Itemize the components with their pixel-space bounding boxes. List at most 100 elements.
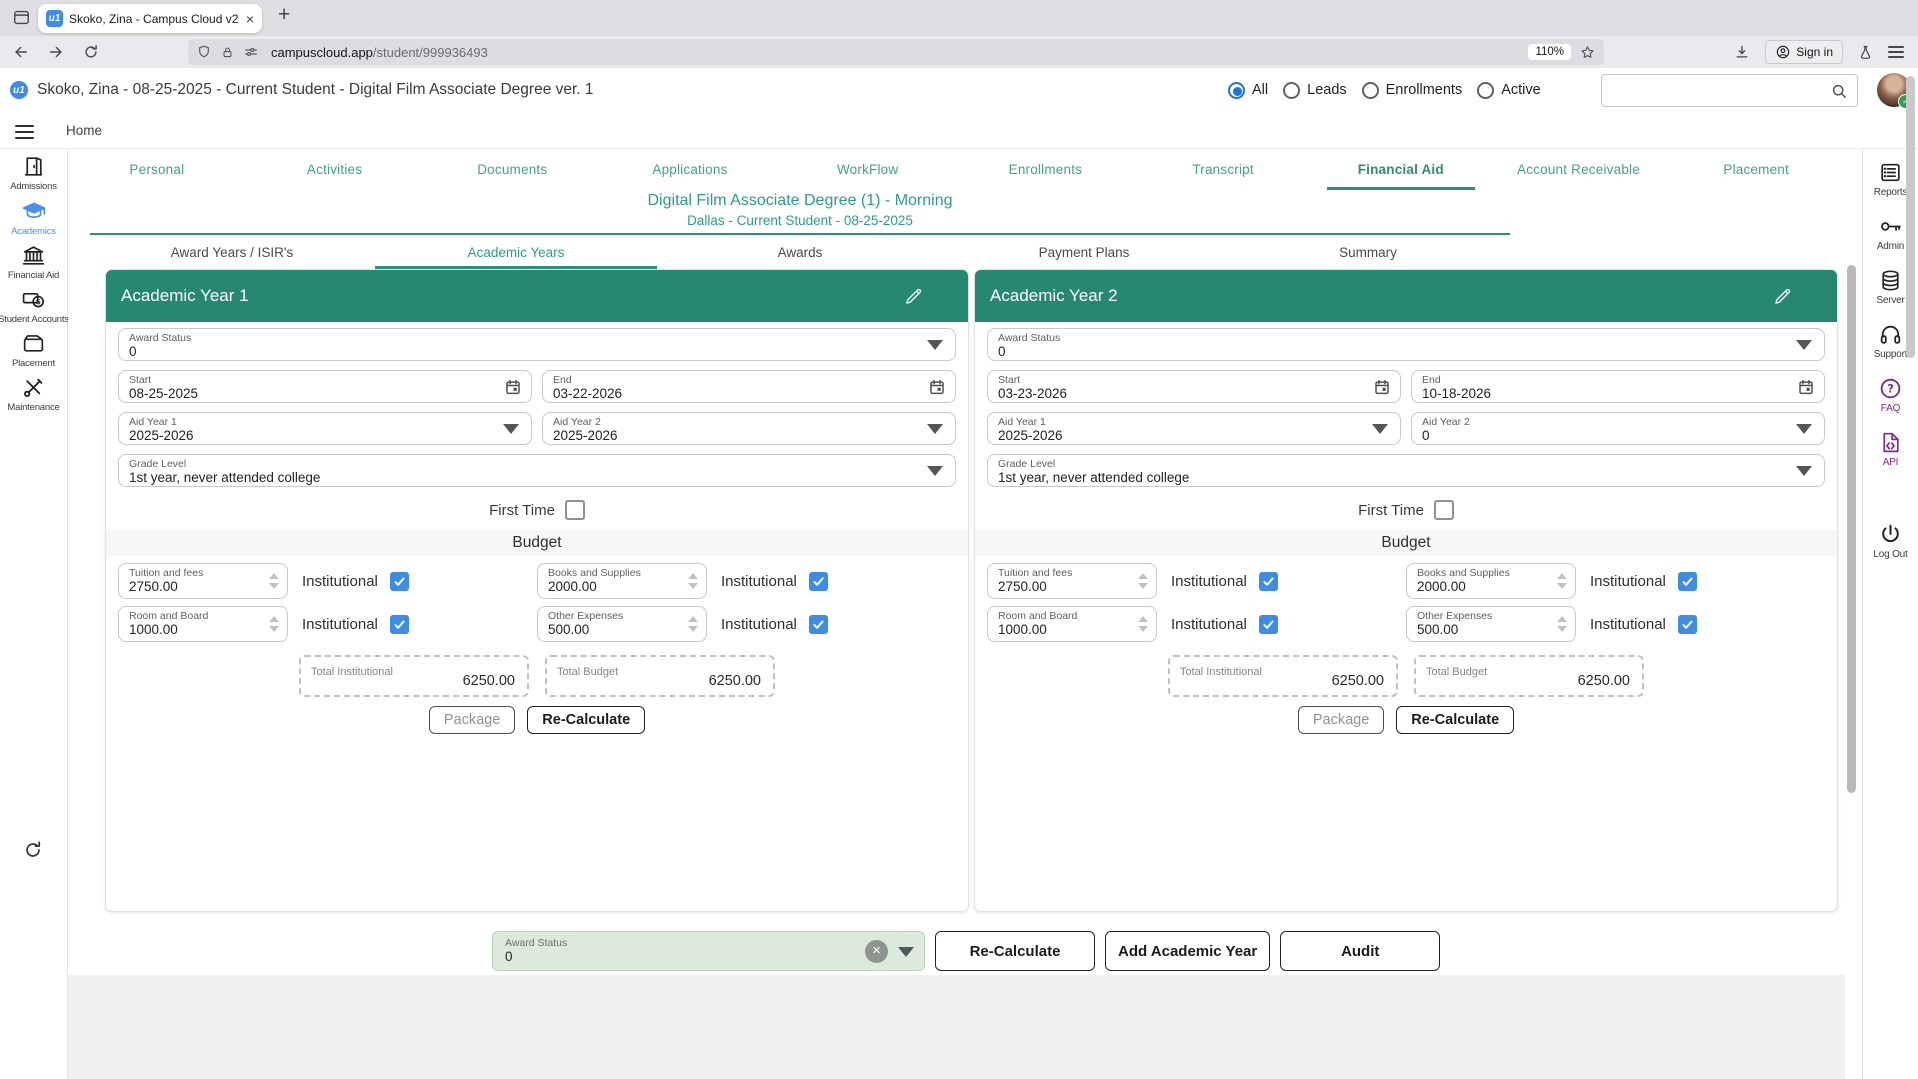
subtab-award-years-isirs[interactable]: Award Years / ISIR's bbox=[90, 235, 374, 269]
zoom-level-badge[interactable]: 110% bbox=[1528, 44, 1571, 60]
content-scrollbar[interactable] bbox=[1845, 149, 1862, 1079]
grade-level-field[interactable]: Grade Level 1st year, never attended col… bbox=[118, 454, 956, 487]
edit-pencil-icon[interactable] bbox=[903, 286, 924, 307]
radio-icon[interactable] bbox=[1228, 82, 1245, 99]
tuition-fees-field[interactable]: Tuition and fees 2750.00 bbox=[987, 563, 1157, 599]
radio-icon[interactable] bbox=[1477, 82, 1494, 99]
subtab-awards[interactable]: Awards bbox=[658, 235, 942, 269]
lock-icon[interactable] bbox=[220, 45, 235, 60]
tab-documents[interactable]: Documents bbox=[423, 149, 601, 190]
calendar-icon[interactable] bbox=[1797, 378, 1815, 396]
tab-close-icon[interactable]: × bbox=[246, 12, 254, 26]
tab-placement[interactable]: Placement bbox=[1667, 149, 1845, 190]
first-time-checkbox[interactable] bbox=[565, 500, 585, 520]
institutional-checkbox[interactable] bbox=[390, 572, 409, 591]
number-spinner[interactable] bbox=[1138, 573, 1148, 589]
package-button[interactable]: Package bbox=[429, 706, 515, 734]
permissions-icon[interactable] bbox=[243, 44, 259, 60]
bookmark-star-icon[interactable] bbox=[1579, 44, 1596, 61]
sidebar-item-log-out[interactable]: Log Out bbox=[1863, 522, 1918, 560]
search-icon[interactable] bbox=[1829, 81, 1849, 101]
sidebar-item-api[interactable]: API bbox=[1863, 430, 1918, 468]
start-date-field[interactable]: Start 08-25-2025 bbox=[118, 370, 532, 403]
calendar-icon[interactable] bbox=[928, 378, 946, 396]
aid-year-1-field[interactable]: Aid Year 1 2025-2026 bbox=[118, 412, 532, 445]
tab-applications[interactable]: Applications bbox=[601, 149, 779, 190]
number-spinner[interactable] bbox=[269, 616, 279, 632]
sign-in-button[interactable]: Sign in bbox=[1765, 40, 1843, 64]
filter-enrollments[interactable]: Enrollments bbox=[1362, 82, 1463, 99]
tab-financial-aid[interactable]: Financial Aid bbox=[1312, 149, 1490, 190]
tab-enrollments[interactable]: Enrollments bbox=[957, 149, 1135, 190]
clear-icon[interactable]: × bbox=[865, 940, 888, 963]
browser-menu-icon[interactable] bbox=[1888, 43, 1904, 61]
tuition-fees-field[interactable]: Tuition and fees 2750.00 bbox=[118, 563, 288, 599]
tab-transcript[interactable]: Transcript bbox=[1134, 149, 1312, 190]
filter-all[interactable]: All bbox=[1228, 82, 1268, 99]
add-academic-year-button[interactable]: Add Academic Year bbox=[1105, 931, 1270, 971]
shield-icon[interactable] bbox=[196, 44, 212, 60]
end-date-field[interactable]: End 10-18-2026 bbox=[1411, 370, 1825, 403]
first-time-checkbox[interactable] bbox=[1434, 500, 1454, 520]
radio-icon[interactable] bbox=[1362, 82, 1379, 99]
institutional-checkbox[interactable] bbox=[1678, 615, 1697, 634]
sidebar-item-student-accounts[interactable]: Student Accounts bbox=[0, 287, 67, 325]
aid-year-2-field[interactable]: Aid Year 2 2025-2026 bbox=[542, 412, 956, 445]
downloads-icon[interactable] bbox=[1733, 43, 1751, 61]
footer-award-status-select[interactable]: Award Status 0 × bbox=[492, 931, 925, 971]
radio-icon[interactable] bbox=[1283, 82, 1300, 99]
room-board-field[interactable]: Room and Board 1000.00 bbox=[987, 606, 1157, 642]
subtab-summary[interactable]: Summary bbox=[1226, 235, 1510, 269]
forward-button[interactable] bbox=[47, 43, 65, 61]
number-spinner[interactable] bbox=[1557, 616, 1567, 632]
number-spinner[interactable] bbox=[1557, 573, 1567, 589]
sidebar-item-admissions[interactable]: Admissions bbox=[0, 154, 67, 192]
recalculate-button[interactable]: Re-Calculate bbox=[527, 706, 645, 734]
sidebar-item-academics[interactable]: Academics bbox=[0, 198, 67, 237]
institutional-checkbox[interactable] bbox=[390, 615, 409, 634]
reload-button[interactable] bbox=[82, 43, 100, 61]
aid-year-2-field[interactable]: Aid Year 2 0 bbox=[1411, 412, 1825, 445]
package-button[interactable]: Package bbox=[1298, 706, 1384, 734]
audit-button[interactable]: Audit bbox=[1280, 931, 1440, 971]
extensions-icon[interactable] bbox=[1857, 44, 1874, 61]
number-spinner[interactable] bbox=[688, 573, 698, 589]
footer-recalculate-button[interactable]: Re-Calculate bbox=[935, 931, 1095, 971]
aid-year-1-field[interactable]: Aid Year 1 2025-2026 bbox=[987, 412, 1401, 445]
refresh-icon[interactable] bbox=[22, 839, 44, 861]
tab-account-receivable[interactable]: Account Receivable bbox=[1490, 149, 1668, 190]
student-search-input[interactable] bbox=[1601, 74, 1858, 107]
tab-workflow[interactable]: WorkFlow bbox=[779, 149, 957, 190]
other-expenses-field[interactable]: Other Expenses 500.00 bbox=[537, 606, 707, 642]
browser-tab[interactable]: u1 Skoko, Zina - Campus Cloud v2 × bbox=[38, 4, 262, 33]
nav-home[interactable]: Home bbox=[66, 112, 102, 149]
number-spinner[interactable] bbox=[688, 616, 698, 632]
calendar-icon[interactable] bbox=[1373, 378, 1391, 396]
institutional-checkbox[interactable] bbox=[809, 615, 828, 634]
books-supplies-field[interactable]: Books and Supplies 2000.00 bbox=[1406, 563, 1576, 599]
institutional-checkbox[interactable] bbox=[809, 572, 828, 591]
grade-level-field[interactable]: Grade Level 1st year, never attended col… bbox=[987, 454, 1825, 487]
tab-overview-icon[interactable] bbox=[12, 8, 31, 27]
subtab-academic-years[interactable]: Academic Years bbox=[374, 235, 658, 269]
institutional-checkbox[interactable] bbox=[1259, 572, 1278, 591]
sidebar-item-maintenance[interactable]: Maintenance bbox=[0, 375, 67, 413]
number-spinner[interactable] bbox=[1138, 616, 1148, 632]
tab-personal[interactable]: Personal bbox=[68, 149, 246, 190]
award-status-field[interactable]: Award Status 0 bbox=[987, 328, 1825, 361]
content-scrollbar-thumb[interactable] bbox=[1847, 265, 1856, 793]
new-tab-button[interactable]: + bbox=[278, 3, 290, 27]
tab-activities[interactable]: Activities bbox=[246, 149, 424, 190]
award-status-field[interactable]: Award Status 0 bbox=[118, 328, 956, 361]
back-button[interactable] bbox=[12, 43, 30, 61]
sidebar-item-placement[interactable]: Placement bbox=[0, 331, 67, 369]
sidebar-item-faq[interactable]: FAQ bbox=[1863, 376, 1918, 414]
institutional-checkbox[interactable] bbox=[1678, 572, 1697, 591]
recalculate-button[interactable]: Re-Calculate bbox=[1396, 706, 1514, 734]
filter-active[interactable]: Active bbox=[1477, 82, 1541, 99]
edit-pencil-icon[interactable] bbox=[1772, 286, 1793, 307]
address-bar[interactable]: campuscloud.app/student/999936493 110% bbox=[188, 39, 1604, 65]
other-expenses-field[interactable]: Other Expenses 500.00 bbox=[1406, 606, 1576, 642]
institutional-checkbox[interactable] bbox=[1259, 615, 1278, 634]
books-supplies-field[interactable]: Books and Supplies 2000.00 bbox=[537, 563, 707, 599]
